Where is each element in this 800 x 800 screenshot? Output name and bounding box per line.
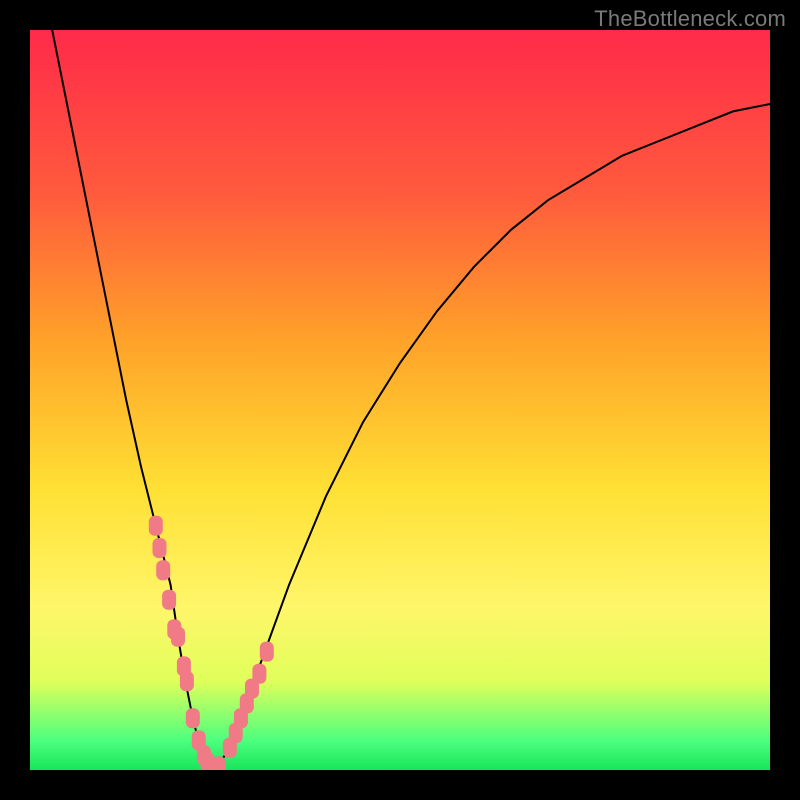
curve-path: [52, 30, 770, 770]
chart-frame: TheBottleneck.com: [0, 0, 800, 800]
bottleneck-curve: [30, 30, 770, 770]
marker-point: [162, 590, 176, 610]
marker-point: [260, 642, 274, 662]
marker-point: [212, 756, 226, 770]
marker-point: [156, 560, 170, 580]
watermark-label: TheBottleneck.com: [594, 6, 786, 32]
marker-point: [252, 664, 266, 684]
marker-point: [149, 516, 163, 536]
marker-point: [180, 671, 194, 691]
marker-group: [149, 516, 274, 770]
marker-point: [171, 627, 185, 647]
plot-area: [30, 30, 770, 770]
marker-point: [186, 708, 200, 728]
marker-point: [153, 538, 167, 558]
